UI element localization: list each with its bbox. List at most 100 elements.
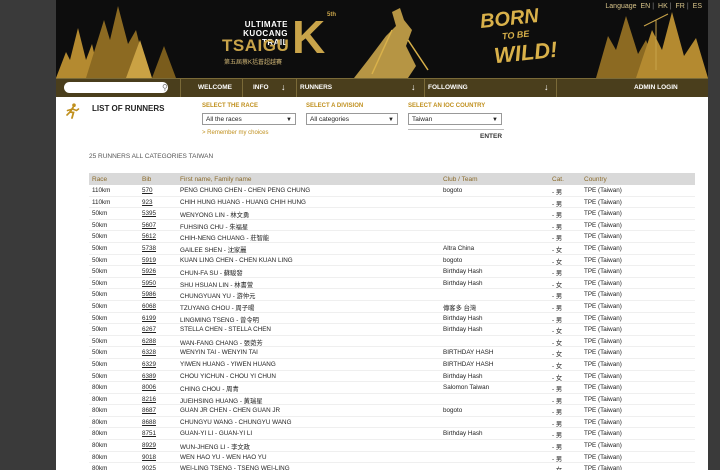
runner-name: WEN HAO YU - WEN HAO YU [180,453,267,461]
bib-link[interactable]: 8751 [142,430,156,437]
bib-link[interactable]: 5986 [142,291,156,298]
country-cell: TPE (Taiwan) [584,268,622,276]
country-label: SELECT AN IOC COUNTRY [408,103,486,109]
header-banner: Language EN | HK | FR | ES ULTIMATE KUOCANG… [56,0,708,78]
category-cell: - 男 [552,409,563,417]
bib-link[interactable]: 9018 [142,454,156,461]
table-row: 50km 5395 WENYONG LIN - 林文勇 - 男 TPE (Taiwan) [89,208,695,220]
table-row: 110km 570 PENG CHUNG CHEN - CHEN PENG CHUN… [89,185,695,197]
table-body: 110km 570 PENG CHUNG CHEN - CHEN PENG CHUN… [89,185,695,470]
runner-name: CHOU YICHUN - CHOU YI CHUN [180,372,276,380]
lang-en-link[interactable]: EN [641,3,651,10]
country-cell: TPE (Taiwan) [584,349,622,357]
bib-link[interactable]: 5738 [142,245,156,252]
table-row: 50km 6328 WENYIN TAI - WENYIN TAI BIRTHDAY … [89,347,695,359]
bib-link[interactable]: 6328 [142,349,156,356]
category-cell: - 男 [552,397,563,405]
runner-icon [66,103,80,119]
chevron-down-icon[interactable]: ↓ [281,82,286,92]
bib-link[interactable]: 5612 [142,233,156,240]
enter-button[interactable]: ENTER [480,133,502,140]
club-cell: Altra China [443,244,475,252]
race-cell: 50km [92,326,108,334]
chevron-down-icon[interactable]: ↓ [411,82,416,92]
col-bib[interactable]: Bib [142,176,151,183]
bib-link[interactable]: 8688 [142,419,156,426]
country-cell: TPE (Taiwan) [584,302,622,310]
country-cell: TPE (Taiwan) [584,395,622,403]
runner-name: CHUNGYU WANG - CHUNGYU WANG [180,418,292,426]
club-cell: Birthday Hash [443,326,483,334]
bib-link[interactable]: 5950 [142,280,156,287]
race-cell: 80km [92,430,108,438]
bib-link[interactable]: 570 [142,187,153,194]
runner-name: CHUN-FA SU - 蘇駿發 [180,270,243,278]
nav-following[interactable]: FOLLOWING [428,84,468,91]
page: Language EN | HK | FR | ES ULTIMATE KUOCANG… [56,0,708,470]
chevron-down-icon[interactable]: ↓ [544,82,549,92]
bib-link[interactable]: 6199 [142,315,156,322]
category-cell: - 男 [552,420,563,428]
race-cell: 80km [92,418,108,426]
remember-choices-link[interactable]: > Remember my choices [202,130,269,136]
nav-admin-login[interactable]: ADMIN LOGIN [634,84,678,91]
nav-welcome[interactable]: WELCOME [198,84,232,91]
bib-link[interactable]: 6267 [142,326,156,333]
nav-runners[interactable]: RUNNERS [300,84,332,91]
col-category[interactable]: Cat. [552,176,584,183]
bib-link[interactable]: 5607 [142,222,156,229]
table-row: 80km 8751 GUAN-YI LI - GUAN-YI LI Birthday … [89,428,695,441]
bib-link[interactable]: 8929 [142,442,156,449]
lang-fr-link[interactable]: FR [676,3,685,10]
club-cell: Birthday Hash [443,314,483,322]
col-club[interactable]: Club / Team [443,176,547,183]
bib-link[interactable]: 6068 [142,303,156,310]
division-label: SELECT A DIVISION [306,103,364,109]
bib-link[interactable]: 6389 [142,373,156,380]
table-row: 80km 8006 CHING CHOU - 周青 Salomon Taiwan - 男… [89,382,695,394]
race-select[interactable]: All the races ▼ [202,113,296,125]
country-cell: TPE (Taiwan) [584,256,622,264]
race-cell: 50km [92,210,108,218]
country-cell: TPE (Taiwan) [584,360,622,368]
category-cell: - 女 [552,258,563,266]
col-race[interactable]: Race [92,176,140,183]
race-cell: 50km [92,372,108,380]
bib-link[interactable]: 8687 [142,407,156,414]
language-label: Language [605,3,637,10]
runners-table: Race Bib First name, Family name Club / … [89,173,695,470]
country-select[interactable]: Taiwan ▼ [408,113,502,125]
race-cell: 50km [92,256,108,264]
bib-link[interactable]: 9025 [142,465,156,470]
category-cell: - 男 [552,293,563,301]
runner-name: CHIH-NENG CHUANG - 莊智能 [180,235,270,243]
nav-info[interactable]: INFO [253,84,269,91]
race-cell: 50km [92,337,108,345]
category-cell: - 男 [552,455,563,463]
bib-link[interactable]: 8216 [142,396,156,403]
table-row: 80km 9025 WEI-LING TSENG - TSENG WEI-LING -… [89,463,695,470]
division-select[interactable]: All categories ▼ [306,113,398,125]
search-input[interactable]: ⚲ [64,82,168,93]
search-icon[interactable]: ⚲ [162,83,168,92]
lang-es-link[interactable]: ES [693,3,702,10]
category-cell: - 女 [552,374,563,382]
table-row: 50km 6329 YIWEN HUANG - YIWEN HUANG BIRTHDA… [89,359,695,371]
col-name[interactable]: First name, Family name [180,176,438,183]
bib-link[interactable]: 8006 [142,384,156,391]
page-title: LIST OF RUNNERS [92,104,165,113]
bib-link[interactable]: 6288 [142,338,156,345]
bib-link[interactable]: 923 [142,199,153,206]
country-cell: TPE (Taiwan) [584,465,622,470]
club-cell: BIRTHDAY HASH [443,360,494,368]
col-country[interactable]: Country [584,176,684,183]
club-cell: bogoto [443,187,463,194]
logo-wordmark[interactable]: TSAIGU [222,36,289,56]
lang-hk-link[interactable]: HK [658,3,668,10]
bib-link[interactable]: 5395 [142,210,156,217]
bib-link[interactable]: 6329 [142,361,156,368]
bib-link[interactable]: 5926 [142,268,156,275]
bib-link[interactable]: 5919 [142,257,156,264]
country-cell: TPE (Taiwan) [584,326,622,334]
race-cell: 50km [92,360,108,368]
